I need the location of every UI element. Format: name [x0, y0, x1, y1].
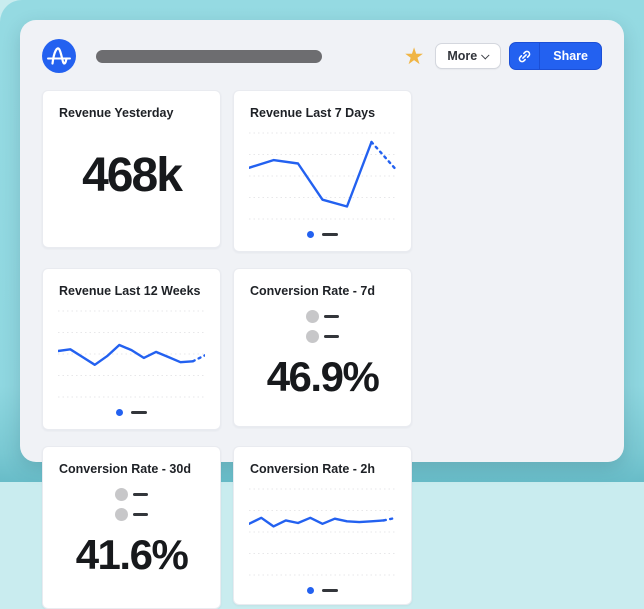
- series-dot-icon: [307, 587, 314, 594]
- conversion-rate-2h-line-chart: [249, 484, 396, 580]
- more-button-label: More: [447, 49, 477, 63]
- card-title: Revenue Last 7 Days: [234, 91, 411, 120]
- share-button-label[interactable]: Share: [540, 43, 601, 69]
- series-label-placeholder: [322, 589, 338, 592]
- chart-legend: [43, 409, 220, 416]
- chevron-down-icon: [481, 51, 489, 59]
- dashboard-panel: ★ More: [20, 20, 624, 462]
- funnel-step-row: [115, 508, 148, 521]
- card-title: Conversion Rate - 7d: [234, 269, 411, 298]
- amplitude-logo-icon: [42, 39, 76, 73]
- card-conversion-rate-30d[interactable]: Conversion Rate - 30d 41.6%: [42, 446, 221, 609]
- series-label-placeholder: [322, 233, 338, 236]
- series-label-placeholder: [131, 411, 147, 414]
- revenue-12-weeks-line-chart: [58, 306, 205, 402]
- cards-grid: Revenue Yesterday 468k Revenue Last 7 Da…: [20, 90, 624, 609]
- card-conversion-rate-7d[interactable]: Conversion Rate - 7d 46.9%: [233, 268, 412, 427]
- card-revenue-last-7-days[interactable]: Revenue Last 7 Days: [233, 90, 412, 252]
- chart-legend: [234, 587, 411, 594]
- conversion-rate-7d-value: 46.9%: [234, 356, 411, 398]
- desktop-background: ★ More: [0, 0, 644, 482]
- series-dot-icon: [116, 409, 123, 416]
- card-title: Revenue Last 12 Weeks: [43, 269, 220, 298]
- card-revenue-yesterday[interactable]: Revenue Yesterday 468k: [42, 90, 221, 248]
- revenue-yesterday-value: 468k: [43, 152, 220, 200]
- funnel-step-row: [115, 488, 148, 501]
- revenue-7-days-line-chart: [249, 128, 396, 224]
- card-title: Revenue Yesterday: [43, 91, 220, 120]
- link-icon[interactable]: [510, 43, 539, 69]
- step-label-placeholder: [324, 315, 339, 319]
- step-circle-icon: [306, 310, 319, 323]
- funnel-step-row: [306, 330, 339, 343]
- card-conversion-rate-2h[interactable]: Conversion Rate - 2h: [233, 446, 412, 605]
- series-dot-icon: [307, 231, 314, 238]
- funnel-steps-placeholder: [43, 488, 220, 521]
- step-circle-icon: [115, 508, 128, 521]
- share-button[interactable]: Share: [509, 42, 602, 70]
- step-circle-icon: [306, 330, 319, 343]
- step-label-placeholder: [324, 335, 339, 339]
- card-revenue-last-12-weeks[interactable]: Revenue Last 12 Weeks: [42, 268, 221, 430]
- funnel-step-row: [306, 310, 339, 323]
- header-actions: ★ More: [404, 42, 602, 70]
- chart-legend: [234, 231, 411, 238]
- conversion-rate-30d-value: 41.6%: [43, 534, 220, 576]
- card-title: Conversion Rate - 30d: [43, 447, 220, 476]
- card-title: Conversion Rate - 2h: [234, 447, 411, 476]
- dashboard-title-placeholder: [96, 50, 322, 63]
- step-circle-icon: [115, 488, 128, 501]
- more-button[interactable]: More: [435, 43, 501, 69]
- dashboard-header: ★ More: [20, 20, 624, 73]
- funnel-steps-placeholder: [234, 310, 411, 343]
- step-label-placeholder: [133, 513, 148, 517]
- step-label-placeholder: [133, 493, 148, 497]
- favorite-star-icon[interactable]: ★: [404, 45, 425, 68]
